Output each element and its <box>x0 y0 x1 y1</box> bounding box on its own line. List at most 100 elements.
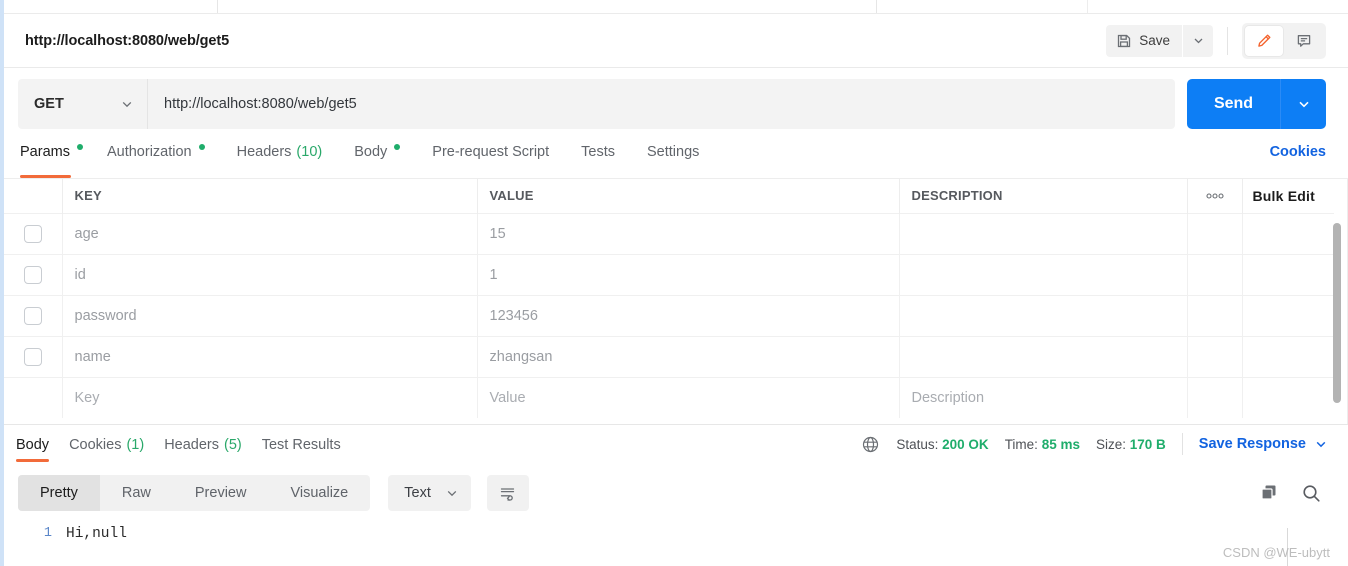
tab-headers[interactable]: Headers (10) <box>237 140 337 178</box>
row-description[interactable] <box>899 253 1188 295</box>
more-options-icon[interactable] <box>1187 179 1243 213</box>
response-header-bar: Body Cookies (1) Headers (5) Test Result… <box>4 424 1348 463</box>
row-tail <box>1242 376 1334 418</box>
row-description[interactable] <box>899 335 1188 377</box>
globe-icon[interactable] <box>861 435 880 454</box>
row-checkbox[interactable] <box>23 224 42 243</box>
search-icon[interactable] <box>1301 483 1322 504</box>
tab-body[interactable]: Body <box>354 140 414 178</box>
row-checkbox-cell <box>4 376 63 418</box>
url-input[interactable] <box>148 79 1175 129</box>
watermark: CSDN @WE-ubytt <box>1222 545 1330 560</box>
row-tail <box>1242 294 1334 336</box>
view-mode-icon-group <box>1242 22 1326 59</box>
tab-tests[interactable]: Tests <box>581 140 629 178</box>
new-description-input[interactable]: Description <box>899 376 1188 418</box>
response-tab-headers[interactable]: Headers (5) <box>164 425 242 464</box>
send-options-button[interactable] <box>1280 79 1326 129</box>
tab-authorization[interactable]: Authorization <box>107 140 219 178</box>
save-button[interactable]: Save <box>1106 24 1182 57</box>
row-checkbox-cell[interactable] <box>4 335 63 377</box>
status-label: Status: <box>896 436 939 452</box>
row-actions[interactable] <box>1187 212 1243 254</box>
edit-button[interactable] <box>1245 25 1283 56</box>
tab-params-label: Params <box>20 144 70 160</box>
http-method-select[interactable]: GET <box>18 79 148 129</box>
row-actions[interactable] <box>1187 294 1243 336</box>
params-table-container: KEY VALUE DESCRIPTION Bulk Edit age 15 i… <box>4 178 1348 425</box>
row-checkbox-cell[interactable] <box>4 294 63 336</box>
row-checkbox[interactable] <box>23 347 42 366</box>
comment-button[interactable] <box>1285 26 1323 56</box>
row-tail <box>1242 253 1334 295</box>
row-tail <box>1242 212 1334 254</box>
row-actions[interactable] <box>1187 335 1243 377</box>
row-key[interactable]: name <box>62 335 478 377</box>
row-value[interactable]: 123456 <box>477 294 900 336</box>
response-body-line[interactable]: 1 Hi,null <box>4 516 1348 542</box>
cookies-link[interactable]: Cookies <box>1270 140 1326 160</box>
response-tab-body[interactable]: Body <box>16 425 50 464</box>
row-checkbox-cell[interactable] <box>4 212 63 254</box>
view-mode-pretty[interactable]: Pretty <box>18 475 100 511</box>
params-table-body: age 15 id 1 password 123456 name zhangsa… <box>4 212 1334 418</box>
save-options-button[interactable] <box>1183 24 1213 57</box>
column-header-checkbox <box>4 179 63 213</box>
tab-pre-request-script[interactable]: Pre-request Script <box>432 140 563 178</box>
content-type-select[interactable]: Text <box>388 475 471 511</box>
row-description[interactable] <box>899 212 1188 254</box>
row-value[interactable]: 15 <box>477 212 900 254</box>
params-vertical-scrollbar[interactable] <box>1333 223 1341 403</box>
row-value[interactable]: zhangsan <box>477 335 900 377</box>
chevron-down-icon <box>1296 96 1312 112</box>
table-row[interactable]: password 123456 <box>4 294 1334 336</box>
tab-strip <box>4 0 1348 14</box>
view-mode-preview[interactable]: Preview <box>173 475 269 511</box>
http-method-label: GET <box>34 96 64 112</box>
word-wrap-button[interactable] <box>486 475 529 511</box>
send-button-group: Send <box>1187 79 1326 129</box>
row-actions <box>1187 376 1243 418</box>
tab-body-label: Body <box>354 144 388 160</box>
time-badge: Time: 85 ms <box>1005 437 1080 452</box>
row-tail <box>1242 335 1334 377</box>
row-key[interactable]: password <box>62 294 478 336</box>
new-key-input[interactable]: Key <box>62 376 478 418</box>
tab-settings-label: Settings <box>646 144 700 160</box>
request-tab-ghost[interactable] <box>217 0 877 14</box>
row-value[interactable]: 1 <box>477 253 900 295</box>
tab-settings[interactable]: Settings <box>647 140 713 178</box>
table-row[interactable]: name zhangsan <box>4 335 1334 377</box>
response-body-text[interactable]: Hi,null <box>66 526 127 542</box>
table-row[interactable]: age 15 <box>4 212 1334 254</box>
word-wrap-icon <box>498 484 517 503</box>
row-checkbox[interactable] <box>23 306 42 325</box>
column-header-value: VALUE <box>477 179 900 213</box>
tab-pre-request-script-label: Pre-request Script <box>432 144 550 160</box>
line-number: 1 <box>43 526 52 541</box>
response-tab-test-results[interactable]: Test Results <box>262 425 341 464</box>
comment-icon <box>1295 32 1313 50</box>
table-row-placeholder[interactable]: Key Value Description <box>4 376 1334 418</box>
response-tab-cookies[interactable]: Cookies (1) <box>69 425 144 464</box>
row-key[interactable]: age <box>62 212 478 254</box>
row-key[interactable]: id <box>62 253 478 295</box>
save-button-group: Save <box>1106 24 1213 57</box>
save-response-button[interactable]: Save Response <box>1199 436 1328 452</box>
pencil-icon <box>1255 32 1273 50</box>
view-mode-visualize[interactable]: Visualize <box>268 475 370 511</box>
copy-icon[interactable] <box>1259 483 1279 503</box>
table-row[interactable]: id 1 <box>4 253 1334 295</box>
column-header-key: KEY <box>62 179 478 213</box>
tab-params[interactable]: Params <box>20 140 89 178</box>
row-checkbox[interactable] <box>23 265 42 284</box>
row-checkbox-cell[interactable] <box>4 253 63 295</box>
row-actions[interactable] <box>1187 253 1243 295</box>
view-mode-raw[interactable]: Raw <box>100 475 173 511</box>
row-description[interactable] <box>899 294 1188 336</box>
send-button[interactable]: Send <box>1187 79 1280 129</box>
response-body-panel: 1 Hi,null CSDN @WE-ubytt <box>4 516 1348 566</box>
bulk-edit-button[interactable]: Bulk Edit <box>1242 179 1334 213</box>
new-value-input[interactable]: Value <box>477 376 900 418</box>
response-meta: Status: 200 OK Time: 85 ms Size: 170 B S… <box>861 433 1348 455</box>
